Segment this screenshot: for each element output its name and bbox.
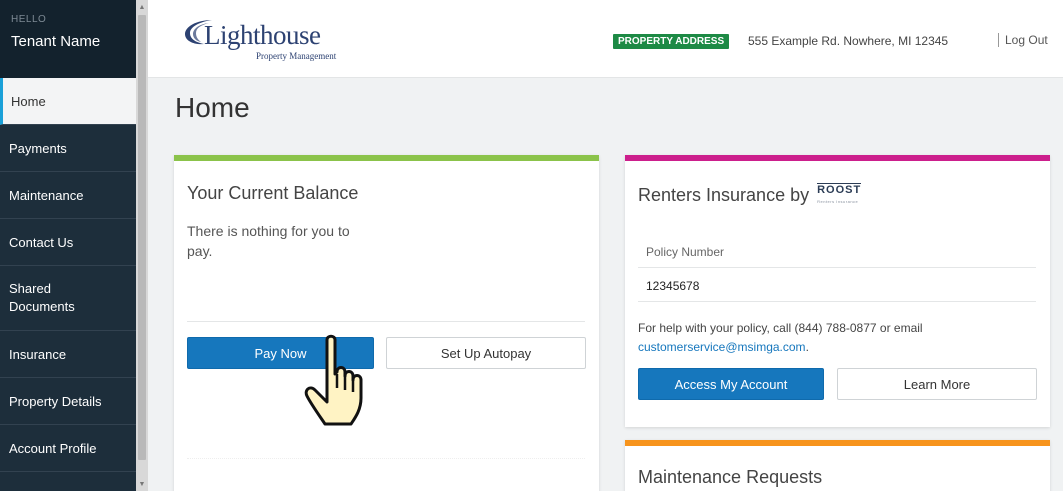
policy-number-value: 12345678: [646, 279, 700, 293]
scrollbar-thumb[interactable]: [138, 15, 146, 460]
sidebar-item-payments[interactable]: Payments: [0, 125, 148, 172]
policy-number-label: Policy Number: [646, 245, 725, 259]
scroll-up-arrow-icon[interactable]: ▲: [136, 2, 148, 14]
sidebar-item-maintenance[interactable]: Maintenance: [0, 172, 148, 219]
card-divider: [638, 301, 1036, 302]
insurance-help-text: For help with your policy, call (844) 78…: [638, 319, 1038, 357]
balance-message: There is nothing for you to pay.: [187, 223, 350, 259]
set-up-autopay-button[interactable]: Set Up Autopay: [386, 337, 586, 369]
top-header: Lighthouse Property Management PROPERTY …: [148, 0, 1063, 78]
card-divider: [187, 458, 585, 459]
balance-card-title: Your Current Balance: [187, 183, 359, 203]
sidebar-scrollbar[interactable]: ▲ ▼: [136, 0, 148, 491]
support-email-link[interactable]: customerservice@msimga.com: [638, 340, 806, 354]
roost-logo: ROOST Renters Insurance: [817, 183, 862, 207]
lighthouse-logo[interactable]: Lighthouse Property Management: [182, 16, 342, 66]
learn-more-button[interactable]: Learn More: [837, 368, 1037, 400]
renters-insurance-card: Renters Insurance by ROOST Renters Insur…: [625, 155, 1050, 427]
current-balance-card: Your Current Balance There is nothing fo…: [174, 155, 599, 491]
sidebar: HELLO Tenant Name Home Payments Maintena…: [0, 0, 148, 491]
sidebar-user-header: HELLO Tenant Name: [0, 0, 148, 78]
sidebar-item-shared-documents[interactable]: Shared Documents: [0, 266, 148, 331]
help-suffix: .: [805, 340, 809, 354]
maintenance-card-title: Maintenance Requests: [638, 467, 823, 487]
insurance-title-row: Renters Insurance by ROOST Renters Insur…: [638, 183, 862, 207]
logo-wordmark: Lighthouse: [204, 20, 321, 50]
property-address-badge: PROPERTY ADDRESS: [613, 34, 730, 49]
tenant-name: Tenant Name: [11, 33, 101, 50]
sidebar-item-label: Shared Documents: [9, 281, 75, 314]
card-divider: [638, 267, 1036, 268]
sidebar-nav: Home Payments Maintenance Contact Us Sha…: [0, 78, 148, 472]
maintenance-requests-card: Maintenance Requests: [625, 440, 1050, 491]
help-text: For help with your policy, call (844) 78…: [638, 321, 923, 335]
sidebar-item-home[interactable]: Home: [0, 78, 148, 125]
logout-link[interactable]: Log Out: [998, 33, 1048, 47]
greeting-label: HELLO: [11, 14, 47, 25]
scroll-down-arrow-icon[interactable]: ▼: [136, 479, 148, 491]
page-title: Home: [175, 92, 250, 123]
access-my-account-button[interactable]: Access My Account: [638, 368, 824, 400]
insurance-card-title: Renters Insurance by: [638, 184, 810, 205]
sidebar-item-account-profile[interactable]: Account Profile: [0, 425, 148, 472]
card-divider: [187, 321, 585, 322]
sidebar-item-property-details[interactable]: Property Details: [0, 378, 148, 425]
roost-brand-sub: Renters Insurance: [817, 199, 859, 204]
sidebar-item-insurance[interactable]: Insurance: [0, 331, 148, 378]
roost-brand: ROOST: [817, 184, 862, 196]
sidebar-item-contact-us[interactable]: Contact Us: [0, 219, 148, 266]
pay-now-button[interactable]: Pay Now: [187, 337, 374, 369]
property-address: 555 Example Rd. Nowhere, MI 12345: [748, 34, 949, 48]
logo-subtitle: Property Management: [256, 51, 337, 61]
